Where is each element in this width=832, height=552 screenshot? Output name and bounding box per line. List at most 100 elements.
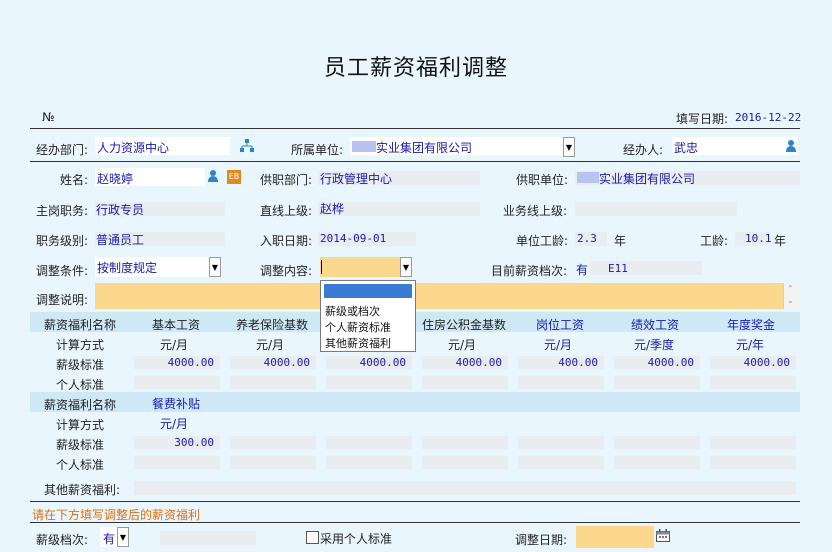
name-label: 姓名: xyxy=(60,173,89,187)
select-person-icon[interactable] xyxy=(785,140,797,153)
fill-date-value: 2016-12-22 xyxy=(735,111,802,124)
benefit-personal-cell xyxy=(710,456,796,469)
divider xyxy=(30,161,800,162)
post-value: 行政专员 xyxy=(96,203,145,217)
grade-dropdown-arrow[interactable]: ▼ xyxy=(117,527,129,547)
handler-field[interactable]: 武忠 xyxy=(672,137,797,155)
level-label: 职务级别: xyxy=(36,234,89,248)
scroll-down-icon[interactable]: ⌄ xyxy=(787,296,794,305)
current-grade-label: 目前薪资档次: xyxy=(491,264,568,278)
benefit-col-unit: 元/月 xyxy=(160,417,189,431)
desc-scrollbar[interactable]: ⌃ ⌄ xyxy=(783,283,800,309)
name-value: 赵晓婷 xyxy=(97,172,134,186)
salary-personal-cell xyxy=(422,376,508,389)
benefit-empty-cell xyxy=(614,436,700,449)
condition-dropdown-arrow[interactable]: ▼ xyxy=(209,257,221,277)
work-unit-label: 供职单位: xyxy=(516,173,569,187)
adjust-date-label: 调整日期: xyxy=(515,533,568,547)
condition-value: 按制度规定 xyxy=(97,261,158,275)
dept-value: 人力资源中心 xyxy=(97,141,170,155)
divider xyxy=(30,522,800,523)
org-tree-icon[interactable] xyxy=(240,139,254,153)
dropdown-option[interactable]: 薪级或档次 xyxy=(325,303,380,319)
benefit-personal-cell xyxy=(614,456,700,469)
handler-value: 武忠 xyxy=(674,141,699,155)
benefit-empty-cell xyxy=(422,436,508,449)
benefit-personal-cell xyxy=(326,456,412,469)
current-grade-field xyxy=(590,261,702,275)
work-dept-value: 行政管理中心 xyxy=(320,172,393,186)
content-select[interactable] xyxy=(320,257,400,277)
name-field[interactable]: 赵晓婷 xyxy=(95,168,205,186)
salary-personal-cell xyxy=(614,376,700,389)
salary-col-name: 养老保险基数 xyxy=(236,318,309,332)
salary-col-unit: 元/月 xyxy=(448,338,477,352)
benefit-personal-cell xyxy=(230,456,316,469)
join-date-label: 入职日期: xyxy=(260,234,313,248)
dropdown-option[interactable]: 个人薪资标准 xyxy=(325,319,391,335)
desc-textarea[interactable] xyxy=(95,283,783,309)
salary-col-unit: 元/月 xyxy=(544,338,573,352)
dept-field[interactable]: 人力资源中心 xyxy=(95,137,230,155)
unit-select[interactable]: 实业集团有限公司 xyxy=(350,137,575,155)
post-label: 主岗职务: xyxy=(36,204,89,218)
salary-standard-cell: 4000.00 xyxy=(614,356,700,369)
salary-col-unit: 元/月 xyxy=(160,338,189,352)
select-employee-icon[interactable] xyxy=(207,170,219,183)
other-benefits-field xyxy=(134,481,796,495)
unit-age-label: 单位工龄: xyxy=(516,234,569,248)
salary-standard-cell: 4000.00 xyxy=(710,356,796,369)
divider xyxy=(30,128,800,129)
salary-name-row-label: 薪资福利名称 xyxy=(44,318,117,332)
salary-col-unit: 元/年 xyxy=(736,338,765,352)
benefit-method-row-label: 计算方式 xyxy=(56,418,105,432)
grade-value: 有 xyxy=(103,532,116,546)
work-dept-label: 供职部门: xyxy=(260,173,313,187)
salary-col-name: 绩效工资 xyxy=(631,318,680,332)
condition-select[interactable]: 按制度规定 xyxy=(95,257,210,277)
benefit-personal-cell xyxy=(134,456,220,469)
text-cursor xyxy=(321,260,322,274)
benefit-standard-row-label: 薪级标准 xyxy=(56,438,105,452)
salary-personal-cell xyxy=(134,376,220,389)
dropdown-option-empty-selected[interactable] xyxy=(324,284,412,298)
salary-personal-cell xyxy=(518,376,604,389)
level-value: 普通员工 xyxy=(96,233,145,247)
current-grade-flag: 有 xyxy=(576,263,589,277)
salary-col-name: 年度奖金 xyxy=(727,318,776,332)
fill-date-label: 填写日期: xyxy=(676,112,729,126)
page-title: 员工薪资福利调整 xyxy=(323,56,508,81)
work-age-label: 工龄: xyxy=(700,234,729,248)
salary-col-name: 岗位工资 xyxy=(536,318,585,332)
employee-card-icon[interactable]: EB xyxy=(227,170,241,184)
personal-std-checkbox[interactable] xyxy=(306,531,319,544)
divider xyxy=(30,501,800,502)
salary-standard-cell: 4000.00 xyxy=(422,356,508,369)
benefit-empty-cell xyxy=(326,436,412,449)
benefit-empty-cell xyxy=(710,436,796,449)
redacted-block xyxy=(577,172,599,183)
other-benefits-label: 其他薪资福利: xyxy=(44,483,121,497)
salary-personal-cell xyxy=(230,376,316,389)
salary-standard-cell: 400.00 xyxy=(518,356,604,369)
current-grade-value: E11 xyxy=(608,262,628,275)
salary-col-unit: 元/月 xyxy=(256,338,285,352)
unit-dropdown-arrow[interactable]: ▼ xyxy=(563,137,575,157)
work-age-value: 10.1 xyxy=(745,232,772,245)
adjust-date-input[interactable] xyxy=(576,526,654,548)
dropdown-option[interactable]: 其他薪资福利 xyxy=(325,335,391,351)
calendar-icon[interactable] xyxy=(656,529,670,542)
content-label: 调整内容: xyxy=(260,264,313,278)
scroll-up-icon[interactable]: ⌃ xyxy=(787,284,794,293)
benefit-name-row-label: 薪资福利名称 xyxy=(44,398,117,412)
notice-text: 请在下方填写调整后的薪资福利 xyxy=(32,508,201,522)
salary-col-name: 基本工资 xyxy=(152,318,201,332)
content-dropdown-arrow[interactable]: ▼ xyxy=(400,257,412,277)
salary-personal-cell xyxy=(710,376,796,389)
form-number-label: № xyxy=(42,110,55,124)
join-date-value: 2014-09-01 xyxy=(320,232,387,245)
work-unit-value: 实业集团有限公司 xyxy=(599,172,696,186)
grade-select[interactable]: 有 xyxy=(100,527,118,547)
superior-value: 赵桦 xyxy=(320,202,345,216)
content-dropdown-list: 薪级或档次 个人薪资标准 其他薪资福利 xyxy=(320,280,416,352)
